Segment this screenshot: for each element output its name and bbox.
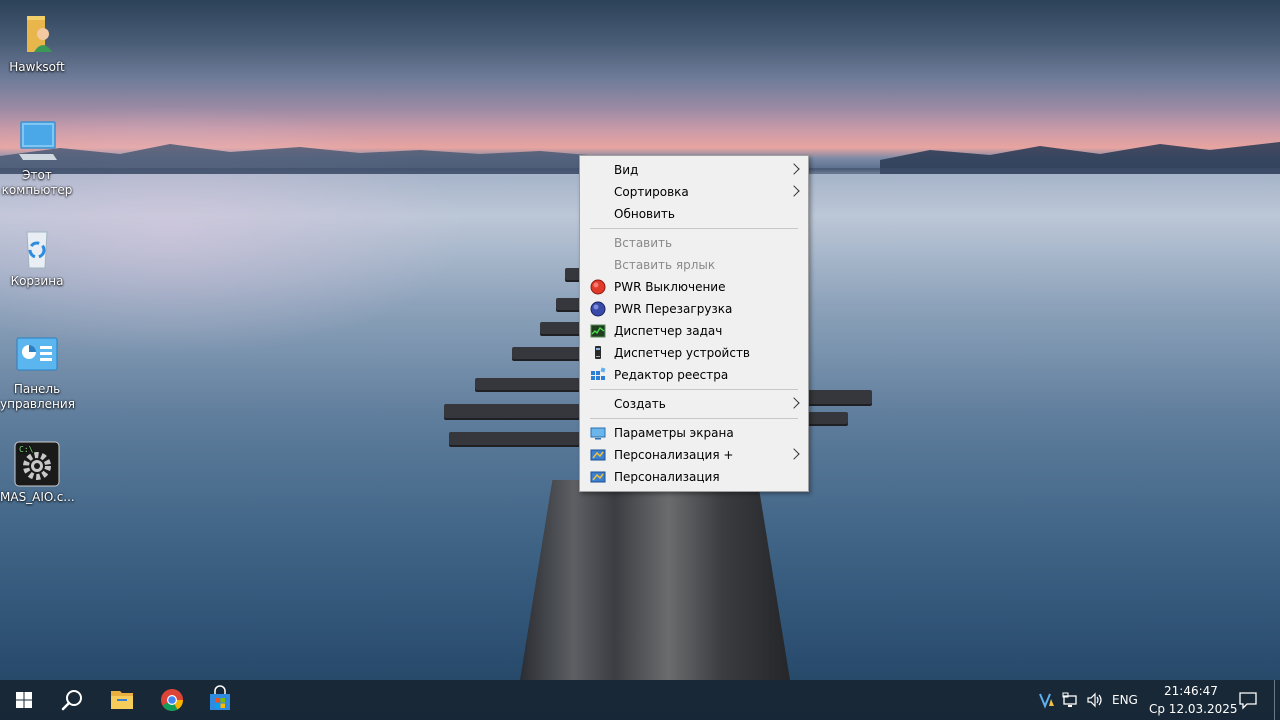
- menu-item-label: Создать: [614, 397, 666, 411]
- desktop[interactable]: Hawksoft Этот компьютер Корзина Панель у…: [0, 0, 1280, 720]
- menu-item-pwr-restart[interactable]: PWR Перезагрузка: [580, 298, 808, 320]
- menu-item-label: Сортировка: [614, 185, 689, 199]
- search-icon: [61, 690, 82, 711]
- menu-item-personalization[interactable]: Персонализация: [580, 466, 808, 488]
- personalization-icon: [590, 469, 606, 485]
- restart-icon: [590, 301, 606, 317]
- personalization-icon: [590, 447, 606, 463]
- chevron-right-icon: [788, 397, 800, 409]
- chevron-right-icon: [788, 185, 800, 197]
- pier-plank: [449, 432, 580, 445]
- store-icon: [210, 685, 230, 710]
- menu-item-label: PWR Перезагрузка: [614, 302, 733, 316]
- pier-plank: [444, 404, 580, 418]
- display-icon: [590, 425, 606, 441]
- gear-icon: C:\: [13, 440, 61, 488]
- menu-item-label: Диспетчер устройств: [614, 346, 751, 360]
- pier-plank: [512, 347, 584, 359]
- desktop-icon-recycle-bin[interactable]: Корзина: [0, 224, 74, 289]
- desktop-icon-label: MAS_AIO.c...: [0, 490, 75, 504]
- desktop-icon-this-pc[interactable]: Этот компьютер: [0, 118, 74, 198]
- desktop-icon-label: Панель: [13, 382, 61, 396]
- registry-editor-icon: [590, 367, 606, 383]
- menu-item-label: Параметры экрана: [614, 426, 734, 440]
- pier-plank: [808, 412, 848, 424]
- menu-item-label: Диспетчер задач: [614, 324, 723, 338]
- menu-item-label: Редактор реестра: [614, 368, 729, 382]
- svg-text:C:\: C:\: [19, 445, 34, 454]
- menu-item-label: Обновить: [614, 207, 675, 221]
- menu-item-create[interactable]: Создать: [580, 393, 808, 415]
- chevron-right-icon: [788, 163, 800, 175]
- network-icon[interactable]: [1062, 691, 1080, 709]
- desktop-icon-label: управления: [0, 397, 75, 411]
- clock-date[interactable]: Ср 12.03.2025: [1149, 702, 1238, 716]
- desktop-icon-hawksoft[interactable]: Hawksoft: [0, 10, 74, 75]
- menu-item-refresh[interactable]: Обновить: [580, 203, 808, 225]
- menu-item-device-manager[interactable]: Диспетчер устройств: [580, 342, 808, 364]
- pier-plank: [540, 322, 584, 334]
- menu-item-label: Вид: [614, 163, 639, 177]
- menu-separator: [590, 418, 798, 419]
- menu-item-view[interactable]: Вид: [580, 159, 808, 181]
- pier-plank: [808, 390, 872, 404]
- desktop-icon-mas-aio[interactable]: C:\ MAS_AIO.c...: [0, 440, 75, 505]
- file-explorer-icon: [111, 691, 133, 709]
- menu-item-personalization-plus[interactable]: Персонализация +: [580, 444, 808, 466]
- menu-item-paste-shortcut: Вставить ярлык: [580, 254, 808, 276]
- menu-item-display-settings[interactable]: Параметры экрана: [580, 422, 808, 444]
- desktop-icon-label: Корзина: [10, 274, 64, 288]
- taskbar: ENG 21:46:47 Ср 12.03.2025: [0, 680, 1280, 720]
- menu-item-label: Персонализация +: [614, 448, 734, 462]
- user-folder-icon: [13, 10, 61, 58]
- desktop-icon-control-panel[interactable]: Панель управления: [0, 332, 75, 412]
- show-desktop-button[interactable]: [1274, 680, 1275, 720]
- desktop-icon-label: компьютер: [1, 183, 73, 197]
- menu-separator: [590, 389, 798, 390]
- menu-item-paste: Вставить: [580, 232, 808, 254]
- pier-plank: [475, 378, 580, 390]
- desktop-context-menu: Вид Сортировка Обновить Вставить Вставит…: [579, 155, 809, 492]
- menu-item-pwr-shutdown[interactable]: PWR Выключение: [580, 276, 808, 298]
- desktop-icon-label: Hawksoft: [9, 60, 65, 74]
- chevron-right-icon: [788, 448, 800, 460]
- start-button[interactable]: [0, 680, 48, 720]
- search-button[interactable]: [48, 680, 96, 720]
- file-explorer-button[interactable]: [98, 680, 146, 720]
- chrome-icon: [161, 689, 183, 711]
- menu-item-sort[interactable]: Сортировка: [580, 181, 808, 203]
- control-panel-icon: [13, 332, 61, 380]
- menu-item-label: PWR Выключение: [614, 280, 726, 294]
- store-button[interactable]: [196, 680, 244, 720]
- menu-separator: [590, 228, 798, 229]
- menu-item-task-manager[interactable]: Диспетчер задач: [580, 320, 808, 342]
- menu-item-label: Вставить: [614, 236, 673, 250]
- menu-item-label: Вставить ярлык: [614, 258, 716, 272]
- task-manager-icon: [590, 323, 606, 339]
- volume-icon[interactable]: [1086, 691, 1104, 709]
- recycle-bin-icon: [13, 224, 61, 272]
- desktop-icon-label: Этот: [22, 168, 52, 182]
- notification-icon[interactable]: [1238, 690, 1258, 710]
- tray-app-icon[interactable]: [1038, 691, 1056, 709]
- chrome-button[interactable]: [148, 680, 196, 720]
- language-indicator[interactable]: ENG: [1112, 693, 1138, 707]
- device-manager-icon: [590, 345, 606, 361]
- windows-start-icon: [16, 692, 32, 708]
- menu-item-registry-editor[interactable]: Редактор реестра: [580, 364, 808, 386]
- menu-item-label: Персонализация: [614, 470, 720, 484]
- power-off-icon: [590, 279, 606, 295]
- pier: [520, 480, 790, 680]
- computer-icon: [13, 118, 61, 166]
- clock-time[interactable]: 21:46:47: [1164, 684, 1218, 698]
